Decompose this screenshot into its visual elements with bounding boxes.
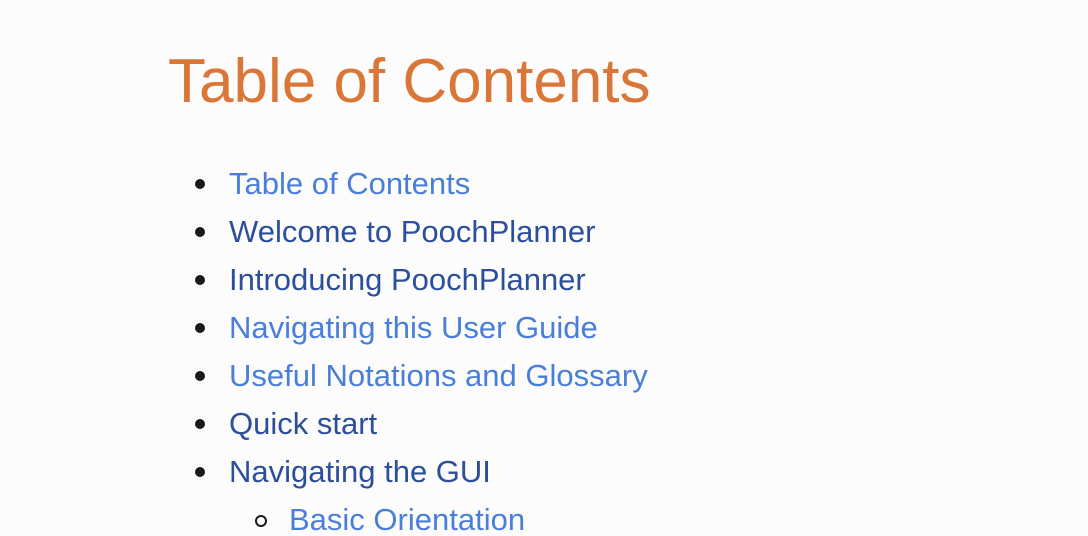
toc-link-welcome[interactable]: Welcome to PoochPlanner	[229, 214, 595, 249]
hollow-bullet-icon	[255, 515, 267, 527]
toc-link-introducing[interactable]: Introducing PoochPlanner	[229, 262, 586, 297]
toc-item-table-of-contents: Table of Contents	[195, 160, 648, 208]
bullet-icon	[195, 179, 205, 189]
toc-link-navigating-gui[interactable]: Navigating the GUI	[229, 454, 491, 489]
bullet-icon	[195, 275, 205, 285]
bullet-icon	[195, 323, 205, 333]
toc-link-navigating-user-guide[interactable]: Navigating this User Guide	[229, 310, 598, 345]
toc-item-quick-start: Quick start	[195, 400, 648, 448]
bullet-icon	[195, 371, 205, 381]
bullet-icon	[195, 227, 205, 237]
bullet-icon	[195, 467, 205, 477]
page-title: Table of Contents	[168, 47, 651, 116]
toc-link-notations-glossary[interactable]: Useful Notations and Glossary	[229, 358, 648, 393]
toc-link-table-of-contents[interactable]: Table of Contents	[229, 166, 470, 201]
toc-subitem-basic-orientation: Basic Orientation	[229, 496, 648, 536]
toc-item-navigating-user-guide: Navigating this User Guide	[195, 304, 648, 352]
toc-list: Table of Contents Welcome to PoochPlanne…	[195, 160, 648, 536]
toc-item-welcome: Welcome to PoochPlanner	[195, 208, 648, 256]
toc-item-introducing: Introducing PoochPlanner	[195, 256, 648, 304]
toc-item-navigating-gui: Navigating the GUI	[195, 448, 648, 496]
toc-link-quick-start[interactable]: Quick start	[229, 406, 377, 441]
toc-item-notations-glossary: Useful Notations and Glossary	[195, 352, 648, 400]
toc-link-basic-orientation[interactable]: Basic Orientation	[289, 502, 525, 536]
bullet-icon	[195, 419, 205, 429]
